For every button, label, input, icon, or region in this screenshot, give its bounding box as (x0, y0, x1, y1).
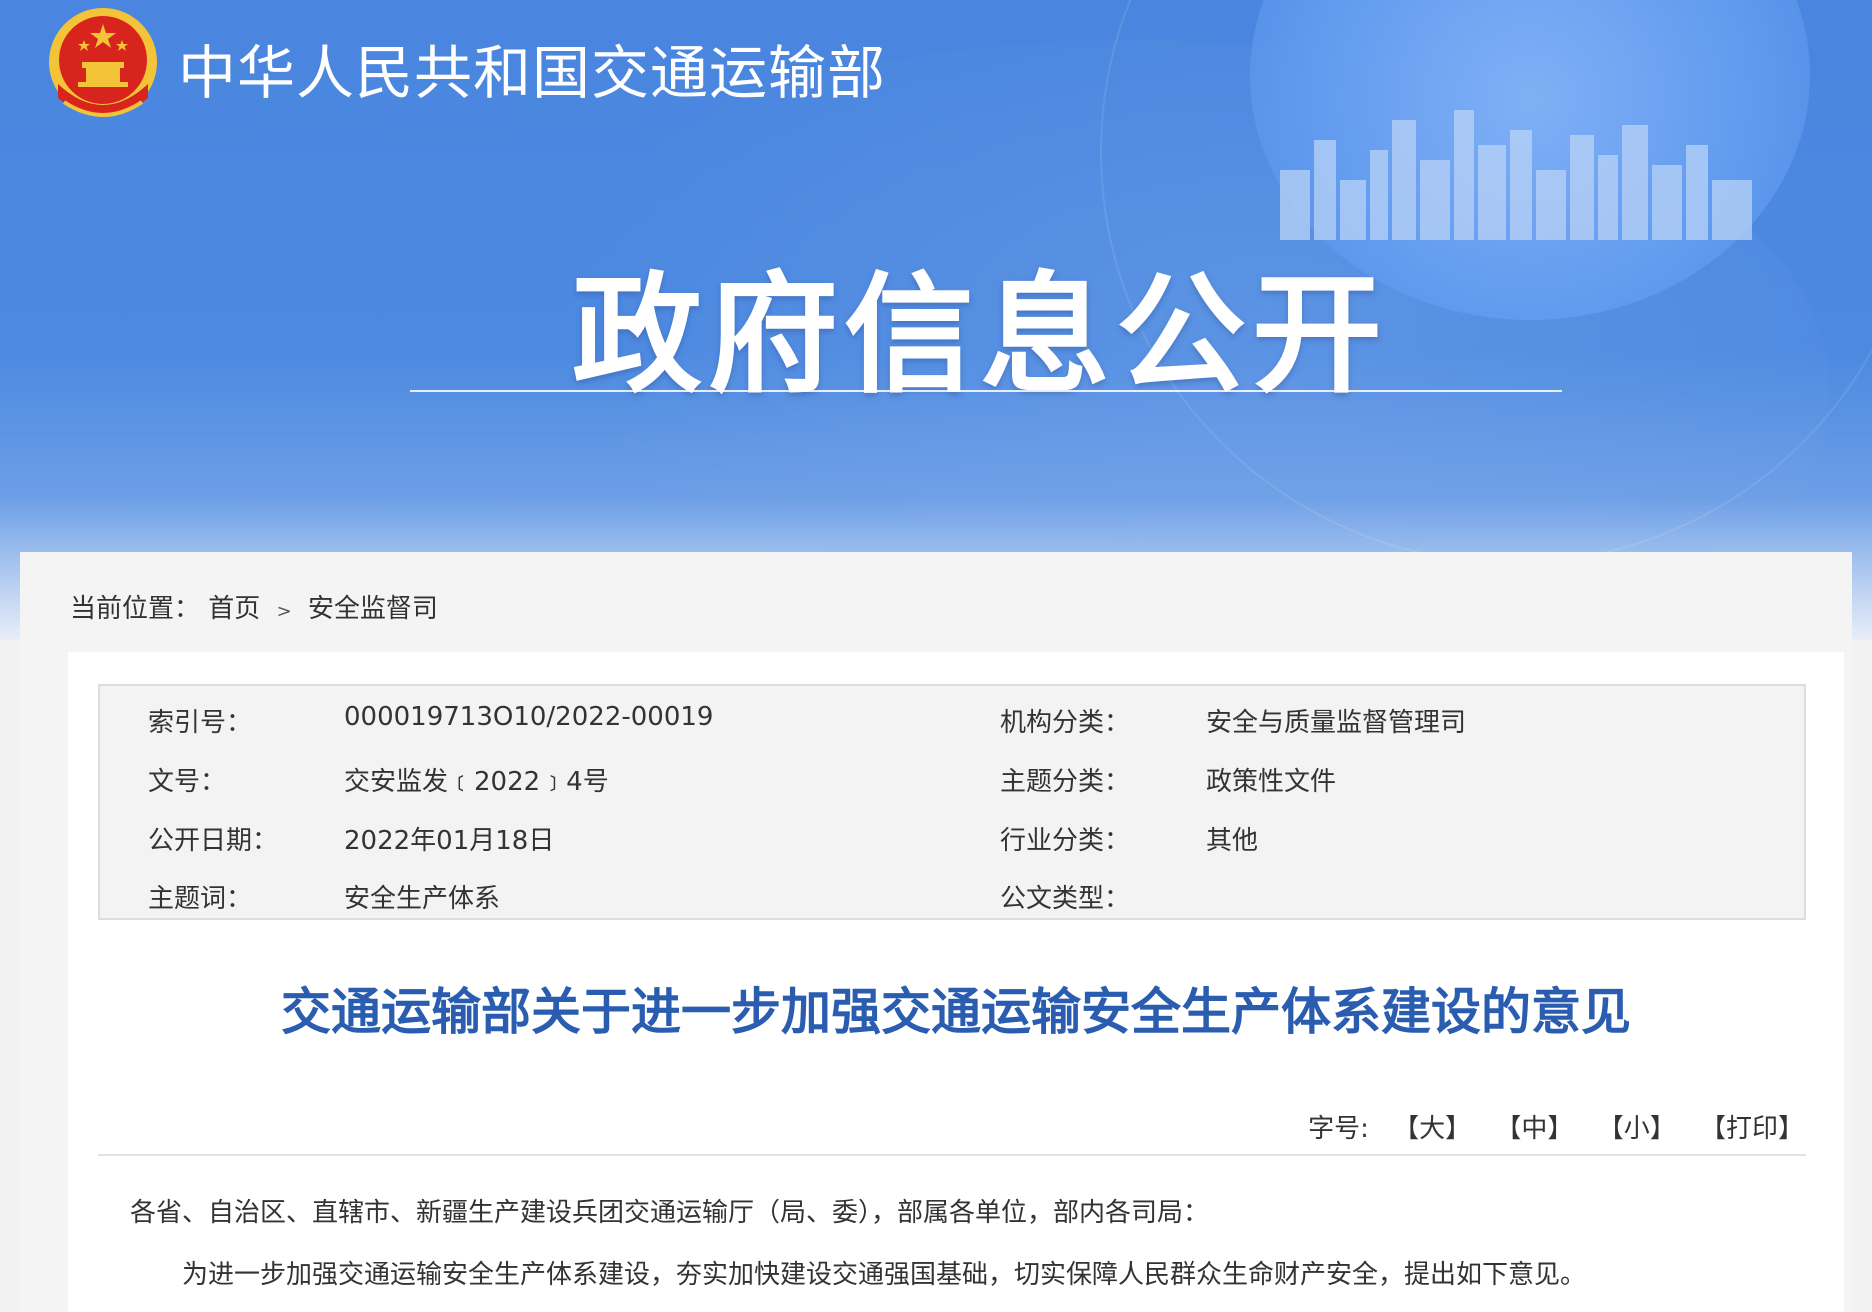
site-title[interactable]: 中华人民共和国交通运输部 (178, 26, 886, 110)
breadcrumb-home-link[interactable]: 首页 (208, 594, 260, 624)
meta-row: 索引号： 000019713O10/2022-00019 机构分类： 安全与质量… (100, 702, 1804, 742)
divider (98, 1154, 1806, 1156)
breadcrumb-current-link[interactable]: 安全监督司 (308, 594, 438, 624)
city-skyline-image (1280, 110, 1752, 240)
industry-value: 其他 (1206, 826, 1259, 856)
meta-row: 文号： 交安监发﹝2022﹞4号 主题分类： 政策性文件 (100, 761, 1804, 801)
font-size-toolbar: 字号: 【大】 【中】 【小】 【打印】 (1308, 1108, 1804, 1145)
breadcrumb: 当前位置： 首页 > 安全监督司 (70, 588, 438, 625)
document-metadata: 索引号： 000019713O10/2022-00019 机构分类： 安全与质量… (98, 684, 1806, 920)
breadcrumb-prefix: 当前位置： (70, 594, 201, 624)
org-label: 机构分类： (1000, 708, 1131, 738)
docno-label: 文号： (148, 767, 227, 797)
page: 中华人民共和国交通运输部 政府信息公开 当前位置： 首页 > 安全监督司 索引号… (0, 0, 1872, 1312)
header-banner: 中华人民共和国交通运输部 政府信息公开 (0, 0, 1872, 640)
article-card: 索引号： 000019713O10/2022-00019 机构分类： 安全与质量… (68, 652, 1844, 1312)
meta-row: 公开日期： 2022年01月18日 行业分类： 其他 (100, 820, 1804, 860)
font-size-small-button[interactable]: 【小】 (1598, 1114, 1676, 1144)
index-label: 索引号： (148, 708, 253, 738)
content-panel: 当前位置： 首页 > 安全监督司 索引号： 000019713O10/2022-… (20, 552, 1852, 1312)
font-size-medium-button[interactable]: 【中】 (1495, 1114, 1573, 1144)
font-size-label: 字号: (1308, 1114, 1369, 1144)
keyword-value: 安全生产体系 (344, 884, 501, 914)
industry-label: 行业分类： (1000, 826, 1131, 856)
org-value: 安全与质量监督管理司 (1206, 708, 1467, 738)
intro-paragraph: 为进一步加强交通运输安全生产体系建设，夯实加快建设交通强国基础，切实保障人民群众… (182, 1260, 1587, 1290)
docno-value: 交安监发﹝2022﹞4号 (344, 767, 609, 797)
topic-value: 政策性文件 (1206, 767, 1337, 797)
date-label: 公开日期： (148, 826, 279, 856)
keyword-label: 主题词： (148, 884, 253, 914)
title-underline (410, 390, 1562, 392)
topic-label: 主题分类： (1000, 767, 1131, 797)
font-size-large-button[interactable]: 【大】 (1393, 1114, 1471, 1144)
print-button[interactable]: 【打印】 (1700, 1114, 1804, 1144)
doctype-label: 公文类型： (1000, 884, 1131, 914)
index-value: 000019713O10/2022-00019 (344, 702, 714, 732)
national-emblem-icon (49, 8, 157, 117)
breadcrumb-separator: > (276, 601, 292, 622)
date-value: 2022年01月18日 (344, 826, 555, 856)
document-title: 交通运输部关于进一步加强交通运输安全生产体系建设的意见 (281, 983, 1631, 1041)
salutation-paragraph: 各省、自治区、直辖市、新疆生产建设兵团交通运输厅（局、委），部属各单位，部内各司… (130, 1198, 1210, 1228)
meta-row: 主题词： 安全生产体系 公文类型： (100, 878, 1804, 918)
